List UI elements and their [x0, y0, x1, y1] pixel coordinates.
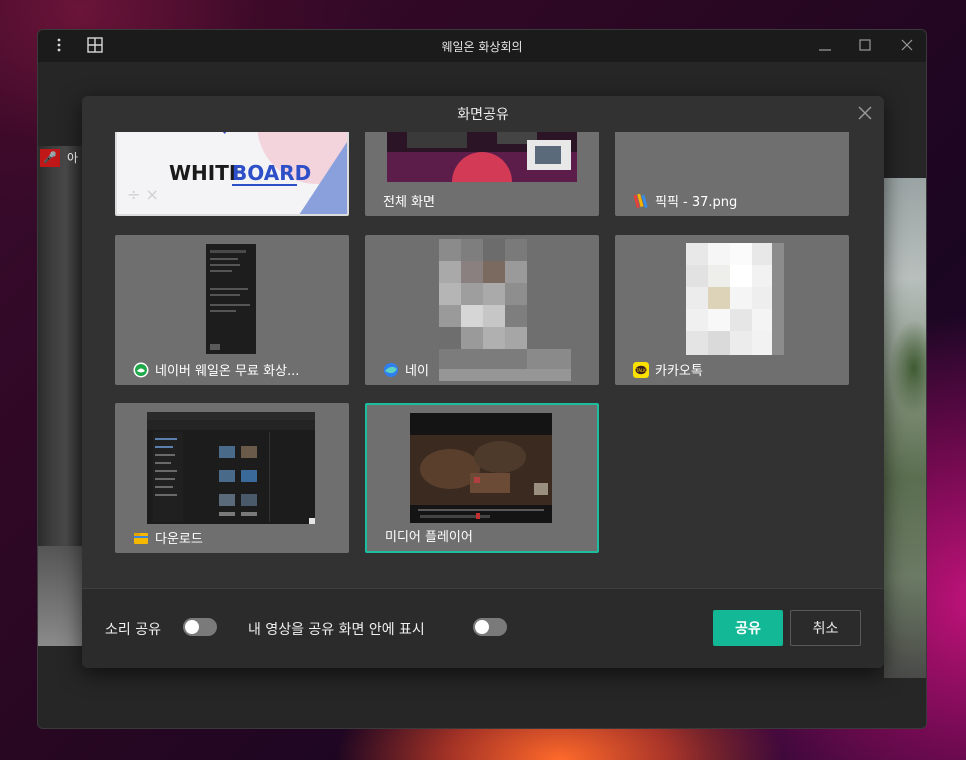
dialog-footer: 소리 공유 내 영상을 공유 화면 안에 표시 공유 취소: [82, 588, 884, 668]
tile-label: 네이버 웨일온 무료 화상...: [133, 360, 339, 379]
file-explorer-thumbnail: [147, 412, 315, 524]
svg-text:BOARD: BOARD: [232, 161, 311, 185]
share-tile-media-player[interactable]: 미디어 플레이어: [365, 403, 599, 553]
cancel-button[interactable]: 취소: [790, 610, 861, 646]
screen-share-dialog: 화면공유 ÷ × WHITE BOARD 전체 화면 픽픽 - 37.png 네…: [82, 96, 884, 668]
sound-share-label: 소리 공유: [105, 622, 161, 638]
svg-text:TALK: TALK: [635, 367, 646, 372]
tile-label: TALK 카카오톡: [633, 360, 839, 379]
mic-muted-icon: 🎤: [40, 149, 60, 167]
share-tile-whiteboard[interactable]: ÷ × WHITE BOARD: [115, 132, 349, 216]
share-button[interactable]: 공유: [713, 610, 783, 646]
window-title: 웨일온 화상회의: [441, 40, 523, 54]
svg-text:÷ ×: ÷ ×: [127, 185, 159, 204]
sound-share-toggle[interactable]: [183, 618, 217, 636]
media-player-thumbnail: [410, 413, 552, 523]
tile-label: 픽픽 - 37.png: [633, 191, 839, 210]
share-source-grid: ÷ × WHITE BOARD 전체 화면 픽픽 - 37.png 네이버 웨일…: [82, 132, 884, 584]
participant-video[interactable]: 🎤 아: [38, 146, 84, 646]
show-my-video-label: 내 영상을 공유 화면 안에 표시: [248, 622, 425, 638]
share-tile-full-screen[interactable]: 전체 화면: [365, 132, 599, 216]
whale-on-thumbnail: [206, 244, 256, 354]
maximize-icon[interactable]: [856, 36, 874, 54]
close-dialog-icon[interactable]: [856, 104, 874, 122]
share-tile-kakaotalk[interactable]: TALK 카카오톡: [615, 235, 849, 385]
picpick-icon: [633, 193, 648, 208]
tile-label: 전체 화면: [383, 195, 435, 210]
whiteboard-thumbnail: ÷ × WHITE BOARD: [117, 132, 347, 214]
share-tile-picpick[interactable]: 픽픽 - 37.png: [615, 132, 849, 216]
close-window-icon[interactable]: [898, 36, 916, 54]
share-tile-naver-whale-on[interactable]: 네이버 웨일온 무료 화상...: [115, 235, 349, 385]
kakaotalk-icon: TALK: [633, 361, 649, 378]
share-tile-whale-browser[interactable]: 네이: [365, 235, 599, 385]
participant-name: 아: [67, 151, 79, 165]
tile-label: 다운로드: [133, 528, 339, 547]
minimize-icon[interactable]: [816, 36, 834, 54]
tile-label: 네이: [383, 360, 589, 379]
dialog-title: 화면공유: [457, 107, 509, 123]
show-my-video-toggle[interactable]: [473, 618, 507, 636]
shared-video-preview: [884, 178, 926, 678]
whale-browser-icon: [384, 362, 398, 377]
naver-whale-icon: [133, 362, 149, 377]
desktop-thumbnail: [387, 132, 577, 182]
pixelated-thumbnail: [686, 243, 784, 355]
share-tile-downloads[interactable]: 다운로드: [115, 403, 349, 553]
tile-label: 미디어 플레이어: [385, 530, 473, 545]
title-bar: 웨일온 화상회의: [38, 30, 926, 62]
folder-icon: [134, 532, 148, 544]
